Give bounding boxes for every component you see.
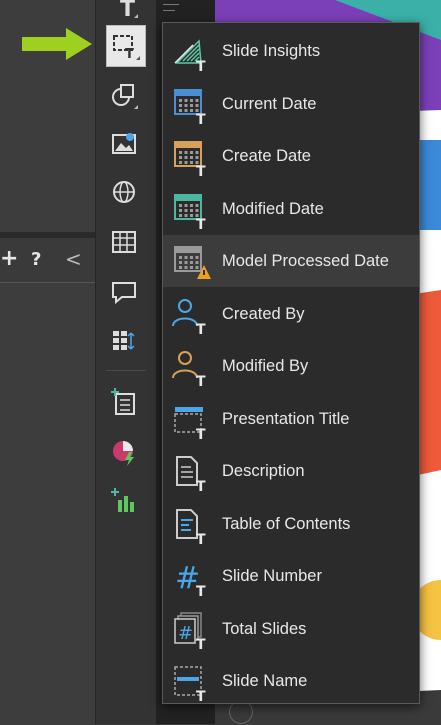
slide-name-icon: T: [171, 663, 215, 705]
svg-text:T: T: [196, 164, 206, 180]
svg-text:T: T: [196, 322, 206, 338]
pie-chart-button[interactable]: [104, 432, 144, 472]
grid-icon: [113, 331, 135, 350]
menu-item-slide-insights[interactable]: T Slide Insights: [163, 25, 419, 77]
toc-document-icon: T: [171, 506, 215, 548]
smart-fields-dropdown-menu: T Slide Insights T Current Date T Create Date…: [162, 22, 420, 707]
calendar-icon: T: [171, 191, 215, 233]
toolbar-separator: [106, 370, 146, 371]
text-tool-button[interactable]: T: [104, 0, 144, 24]
shapes-button[interactable]: [104, 75, 144, 115]
menu-item-table-of-contents[interactable]: T Table of Contents: [163, 498, 419, 550]
menu-item-label: Created By: [222, 304, 305, 323]
image-button[interactable]: [104, 124, 144, 164]
calendar-icon: T: [171, 138, 215, 180]
menu-item-description[interactable]: T Description: [163, 445, 419, 497]
table-button[interactable]: [104, 222, 144, 262]
comment-button[interactable]: [104, 272, 144, 312]
svg-text:#: #: [178, 623, 193, 644]
menu-item-label: Modified By: [222, 357, 309, 375]
svg-text:T: T: [196, 637, 206, 653]
menu-item-label: Slide Name: [222, 672, 308, 690]
calendar-warning-icon: [171, 243, 215, 283]
slide-insights-icon: T: [171, 33, 215, 75]
user-icon: T: [171, 348, 215, 390]
globe-icon: [113, 181, 135, 203]
shapes-icon: [112, 84, 138, 109]
menu-item-slide-name[interactable]: T Slide Name: [163, 655, 419, 707]
svg-text:T: T: [196, 479, 206, 495]
menu-item-label: Slide Insights: [222, 42, 321, 60]
svg-text:T: T: [125, 47, 134, 62]
insert-toolbar: T T: [95, 0, 156, 724]
svg-text:T: T: [196, 427, 206, 443]
menu-item-slide-number[interactable]: # T Slide Number: [163, 550, 419, 602]
menu-item-modified-date[interactable]: T Modified Date: [163, 183, 419, 235]
menu-item-label: Table of Contents: [222, 514, 351, 533]
help-button[interactable]: ?: [31, 249, 41, 270]
svg-text:T: T: [196, 217, 206, 233]
menu-item-label: Presentation Title: [222, 409, 350, 428]
add-list-button[interactable]: [104, 382, 144, 422]
menu-item-modified-by[interactable]: T Modified By: [163, 340, 419, 392]
text-icon: T: [120, 0, 138, 20]
add-button[interactable]: +: [0, 246, 18, 271]
web-button[interactable]: [104, 172, 144, 212]
left-panel-header: + ? <: [0, 238, 95, 282]
menu-item-model-processed-date[interactable]: Model Processed Date: [163, 235, 419, 287]
svg-text:T: T: [196, 689, 206, 705]
svg-text:T: T: [196, 112, 206, 128]
left-panel-bottom: [0, 282, 95, 725]
pie-chart-icon: [113, 441, 134, 466]
menu-item-label: Current Date: [222, 94, 317, 113]
hash-stack-icon: # T: [171, 611, 215, 653]
menu-item-label: Total Slides: [222, 619, 307, 638]
svg-text:T: T: [196, 584, 206, 600]
smart-field-icon: T: [113, 35, 140, 62]
grid-button[interactable]: [104, 320, 144, 360]
hash-icon: # T: [171, 558, 215, 600]
menu-item-label: Slide Number: [222, 567, 322, 585]
menu-item-label: Create Date: [222, 147, 311, 165]
add-chart-list-icon: [111, 388, 135, 415]
menu-item-created-by[interactable]: T Created By: [163, 288, 419, 340]
menu-item-create-date[interactable]: T Create Date: [163, 130, 419, 182]
table-icon: [112, 231, 136, 253]
menu-item-total-slides[interactable]: # T Total Slides: [163, 603, 419, 655]
user-icon: T: [171, 296, 215, 338]
svg-text:T: T: [120, 0, 135, 20]
menu-item-label: Model Processed Date: [222, 252, 389, 270]
calendar-icon: T: [171, 86, 215, 128]
pointer-arrow-icon: [22, 28, 92, 60]
add-bar-chart-button[interactable]: [104, 480, 144, 520]
comment-icon: [112, 282, 136, 305]
menu-item-label: Description: [222, 462, 305, 480]
menu-item-presentation-title[interactable]: T Presentation Title: [163, 393, 419, 445]
svg-text:T: T: [196, 59, 206, 75]
menu-item-label: Modified Date: [222, 199, 324, 218]
document-icon: T: [171, 453, 215, 495]
collapse-button[interactable]: <: [65, 247, 82, 271]
svg-text:T: T: [196, 532, 206, 548]
svg-text:T: T: [196, 374, 206, 390]
menu-item-current-date[interactable]: T Current Date: [163, 78, 419, 130]
smart-field-button[interactable]: T: [106, 25, 146, 67]
add-bar-chart-icon: [111, 488, 134, 512]
image-icon: [112, 133, 136, 154]
title-frame-icon: T: [171, 401, 215, 443]
